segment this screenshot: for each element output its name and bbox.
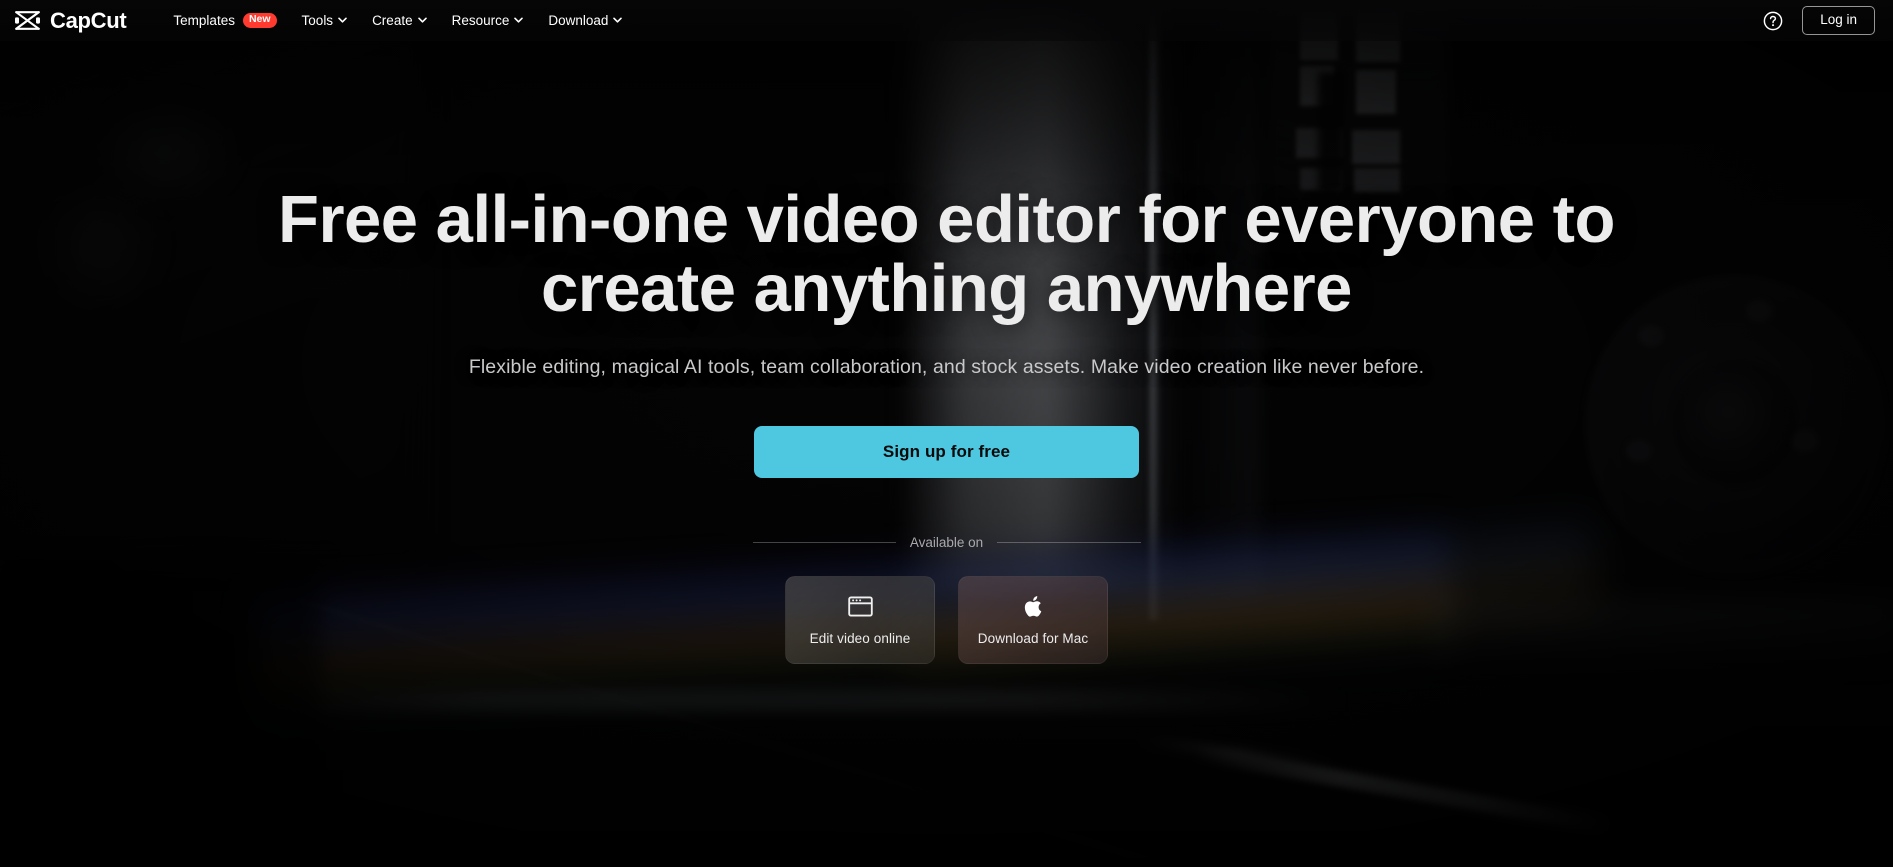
nav-item-templates[interactable]: Templates New [173,12,277,29]
nav-label-download: Download [548,12,609,28]
edit-video-online-label: Edit video online [809,631,911,647]
chevron-down-icon [514,17,524,24]
hero-section: Free all-in-one video editor for everyon… [0,0,1893,867]
brand-name: CapCut [50,7,127,33]
download-for-mac-card[interactable]: Download for Mac [958,575,1108,664]
nav-label-tools: Tools [301,12,334,28]
chevron-down-icon [338,17,347,24]
download-for-mac-label: Download for Mac [977,631,1089,647]
login-button[interactable]: Log in [1802,6,1875,35]
question-mark-circle-icon[interactable] [1763,11,1783,31]
nav-item-download[interactable]: Download [548,12,623,28]
nav-label-templates: Templates [173,12,235,28]
site-header: CapCut Templates New Tools Create Resour… [0,0,1893,41]
capcut-bowtie-logo-icon [15,11,40,30]
apple-logo-icon [1024,596,1041,617]
hero-subtitle: Flexible editing, magical AI tools, team… [468,355,1425,378]
available-on-label: Available on [909,534,984,550]
nav-item-create[interactable]: Create [372,13,427,28]
divider-line-right [997,541,1141,543]
available-on-divider: Available on [752,534,1141,550]
signup-button[interactable]: Sign up for free [754,425,1139,478]
capcut-logo[interactable]: CapCut [14,7,127,33]
hero-title-line-1: Free all-in-one video editor for everyon… [278,182,1615,257]
chevron-down-icon [613,17,623,24]
hero-title-line-2: create anything anywhere [541,251,1352,327]
edit-video-online-card[interactable]: Edit video online [785,575,935,664]
nav-item-tools[interactable]: Tools [302,13,348,28]
browser-window-icon [847,596,873,617]
header-actions: Log in [1763,6,1875,35]
page-title: Free all-in-one video editor for everyon… [227,185,1667,324]
nav-label-create: Create [372,12,413,28]
nav-item-resource[interactable]: Resource [452,13,524,28]
main-nav: Templates New Tools Create Resource Down… [173,12,623,29]
chevron-down-icon [417,17,427,24]
nav-label-resource: Resource [451,12,510,28]
divider-line-left [752,541,896,543]
nav-badge-new: New [242,12,277,29]
page-stage: CapCut Templates New Tools Create Resour… [0,0,1893,867]
platform-cards: Edit video online Download for Mac [785,575,1108,664]
